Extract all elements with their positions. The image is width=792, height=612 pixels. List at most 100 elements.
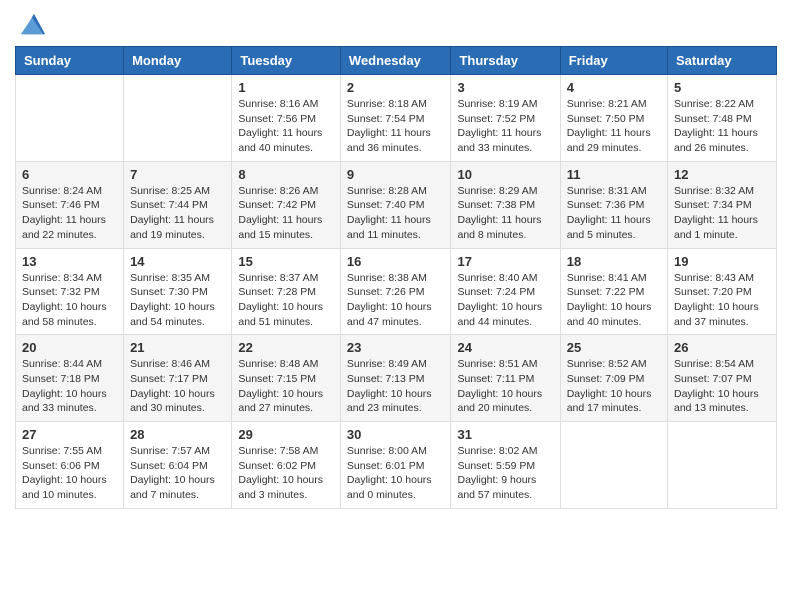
calendar-cell: 19Sunrise: 8:43 AMSunset: 7:20 PMDayligh… [668, 248, 777, 335]
calendar-cell: 20Sunrise: 8:44 AMSunset: 7:18 PMDayligh… [16, 335, 124, 422]
day-info: Sunrise: 8:46 AMSunset: 7:17 PMDaylight:… [130, 357, 225, 416]
day-info: Sunrise: 7:55 AMSunset: 6:06 PMDaylight:… [22, 444, 117, 503]
day-number: 16 [347, 254, 445, 269]
day-number: 17 [457, 254, 553, 269]
day-number: 21 [130, 340, 225, 355]
calendar-cell: 13 Sunrise: 8:34 AMSunset: 7:32 PMDayligh… [16, 248, 124, 335]
day-number: 13 [22, 254, 117, 269]
day-number: 26 [674, 340, 770, 355]
day-info: Sunrise: 8:29 AMSunset: 7:38 PMDaylight:… [457, 184, 553, 243]
day-number: 30 [347, 427, 445, 442]
header [15, 10, 777, 38]
day-info: Sunrise: 8:24 AMSunset: 7:46 PMDaylight:… [22, 184, 117, 243]
weekday-header-thursday: Thursday [451, 47, 560, 75]
day-number: 28 [130, 427, 225, 442]
day-number: 31 [457, 427, 553, 442]
logo-icon [19, 10, 47, 38]
day-number: 10 [457, 167, 553, 182]
logo [15, 14, 47, 38]
calendar-cell: 30 Sunrise: 8:00 AMSunset: 6:01 PMDayligh… [340, 422, 451, 509]
day-number: 3 [457, 80, 553, 95]
calendar-cell: 24 Sunrise: 8:51 AMSunset: 7:11 PMDayligh… [451, 335, 560, 422]
calendar-cell: 21 Sunrise: 8:46 AMSunset: 7:17 PMDayligh… [124, 335, 232, 422]
day-number: 8 [238, 167, 334, 182]
weekday-header-friday: Friday [560, 47, 667, 75]
day-info: Sunrise: 8:32 AMSunset: 7:34 PMDaylight:… [674, 184, 770, 243]
day-number: 22 [238, 340, 334, 355]
calendar-cell: 29 Sunrise: 7:58 AMSunset: 6:02 PMDayligh… [232, 422, 341, 509]
day-info: Sunrise: 8:44 AMSunset: 7:18 PMDaylight:… [22, 357, 117, 416]
calendar-cell: 17 Sunrise: 8:40 AMSunset: 7:24 PMDayligh… [451, 248, 560, 335]
calendar-cell: 27 Sunrise: 7:55 AMSunset: 6:06 PMDayligh… [16, 422, 124, 509]
day-number: 27 [22, 427, 117, 442]
calendar-cell: 4Sunrise: 8:21 AMSunset: 7:50 PMDaylight… [560, 75, 667, 162]
week-row-5: 27 Sunrise: 7:55 AMSunset: 6:06 PMDayligh… [16, 422, 777, 509]
week-row-1: 1 Sunrise: 8:16 AMSunset: 7:56 PMDaylight… [16, 75, 777, 162]
calendar-cell: 18Sunrise: 8:41 AMSunset: 7:22 PMDayligh… [560, 248, 667, 335]
calendar-cell: 8Sunrise: 8:26 AMSunset: 7:42 PMDaylight… [232, 161, 341, 248]
day-info: Sunrise: 8:54 AMSunset: 7:07 PMDaylight:… [674, 357, 770, 416]
day-number: 23 [347, 340, 445, 355]
weekday-header-saturday: Saturday [668, 47, 777, 75]
day-info: Sunrise: 8:22 AMSunset: 7:48 PMDaylight:… [674, 97, 770, 156]
week-row-2: 6Sunrise: 8:24 AMSunset: 7:46 PMDaylight… [16, 161, 777, 248]
day-number: 15 [238, 254, 334, 269]
day-info: Sunrise: 8:34 AMSunset: 7:32 PMDaylight:… [22, 271, 117, 330]
calendar-cell: 25 Sunrise: 8:52 AMSunset: 7:09 PMDayligh… [560, 335, 667, 422]
calendar-cell [668, 422, 777, 509]
day-info: Sunrise: 7:58 AMSunset: 6:02 PMDaylight:… [238, 444, 334, 503]
weekday-header-row: SundayMondayTuesdayWednesdayThursdayFrid… [16, 47, 777, 75]
calendar-cell: 14 Sunrise: 8:35 AMSunset: 7:30 PMDayligh… [124, 248, 232, 335]
calendar-cell: 6Sunrise: 8:24 AMSunset: 7:46 PMDaylight… [16, 161, 124, 248]
calendar-cell: 10 Sunrise: 8:29 AMSunset: 7:38 PMDayligh… [451, 161, 560, 248]
weekday-header-wednesday: Wednesday [340, 47, 451, 75]
day-number: 19 [674, 254, 770, 269]
day-info: Sunrise: 8:52 AMSunset: 7:09 PMDaylight:… [567, 357, 661, 416]
calendar-cell: 31 Sunrise: 8:02 AMSunset: 5:59 PMDayligh… [451, 422, 560, 509]
calendar-cell: 23 Sunrise: 8:49 AMSunset: 7:13 PMDayligh… [340, 335, 451, 422]
day-info: Sunrise: 8:37 AMSunset: 7:28 PMDaylight:… [238, 271, 334, 330]
calendar-cell: 15 Sunrise: 8:37 AMSunset: 7:28 PMDayligh… [232, 248, 341, 335]
day-number: 2 [347, 80, 445, 95]
page: SundayMondayTuesdayWednesdayThursdayFrid… [0, 0, 792, 524]
day-number: 9 [347, 167, 445, 182]
week-row-3: 13 Sunrise: 8:34 AMSunset: 7:32 PMDayligh… [16, 248, 777, 335]
day-info: Sunrise: 8:49 AMSunset: 7:13 PMDaylight:… [347, 357, 445, 416]
calendar-cell [124, 75, 232, 162]
day-number: 14 [130, 254, 225, 269]
day-info: Sunrise: 8:18 AMSunset: 7:54 PMDaylight:… [347, 97, 445, 156]
day-number: 25 [567, 340, 661, 355]
day-number: 12 [674, 167, 770, 182]
day-number: 7 [130, 167, 225, 182]
day-number: 29 [238, 427, 334, 442]
weekday-header-tuesday: Tuesday [232, 47, 341, 75]
calendar-cell: 16 Sunrise: 8:38 AMSunset: 7:26 PMDayligh… [340, 248, 451, 335]
calendar-cell: 5 Sunrise: 8:22 AMSunset: 7:48 PMDaylight… [668, 75, 777, 162]
day-number: 24 [457, 340, 553, 355]
calendar-cell: 28 Sunrise: 7:57 AMSunset: 6:04 PMDayligh… [124, 422, 232, 509]
day-info: Sunrise: 8:31 AMSunset: 7:36 PMDaylight:… [567, 184, 661, 243]
day-info: Sunrise: 8:16 AMSunset: 7:56 PMDaylight:… [238, 97, 334, 156]
calendar-cell: 2 Sunrise: 8:18 AMSunset: 7:54 PMDaylight… [340, 75, 451, 162]
calendar-cell: 11Sunrise: 8:31 AMSunset: 7:36 PMDayligh… [560, 161, 667, 248]
weekday-header-sunday: Sunday [16, 47, 124, 75]
day-info: Sunrise: 8:35 AMSunset: 7:30 PMDaylight:… [130, 271, 225, 330]
day-number: 1 [238, 80, 334, 95]
day-number: 5 [674, 80, 770, 95]
day-info: Sunrise: 8:00 AMSunset: 6:01 PMDaylight:… [347, 444, 445, 503]
weekday-header-monday: Monday [124, 47, 232, 75]
calendar-cell: 1 Sunrise: 8:16 AMSunset: 7:56 PMDaylight… [232, 75, 341, 162]
calendar-cell: 7Sunrise: 8:25 AMSunset: 7:44 PMDaylight… [124, 161, 232, 248]
week-row-4: 20Sunrise: 8:44 AMSunset: 7:18 PMDayligh… [16, 335, 777, 422]
calendar-cell: 26 Sunrise: 8:54 AMSunset: 7:07 PMDayligh… [668, 335, 777, 422]
day-number: 18 [567, 254, 661, 269]
day-info: Sunrise: 8:48 AMSunset: 7:15 PMDaylight:… [238, 357, 334, 416]
calendar-cell [560, 422, 667, 509]
day-info: Sunrise: 8:02 AMSunset: 5:59 PMDaylight:… [457, 444, 553, 503]
day-info: Sunrise: 8:38 AMSunset: 7:26 PMDaylight:… [347, 271, 445, 330]
day-number: 4 [567, 80, 661, 95]
day-info: Sunrise: 8:40 AMSunset: 7:24 PMDaylight:… [457, 271, 553, 330]
calendar-cell: 22 Sunrise: 8:48 AMSunset: 7:15 PMDayligh… [232, 335, 341, 422]
day-info: Sunrise: 8:51 AMSunset: 7:11 PMDaylight:… [457, 357, 553, 416]
day-info: Sunrise: 7:57 AMSunset: 6:04 PMDaylight:… [130, 444, 225, 503]
